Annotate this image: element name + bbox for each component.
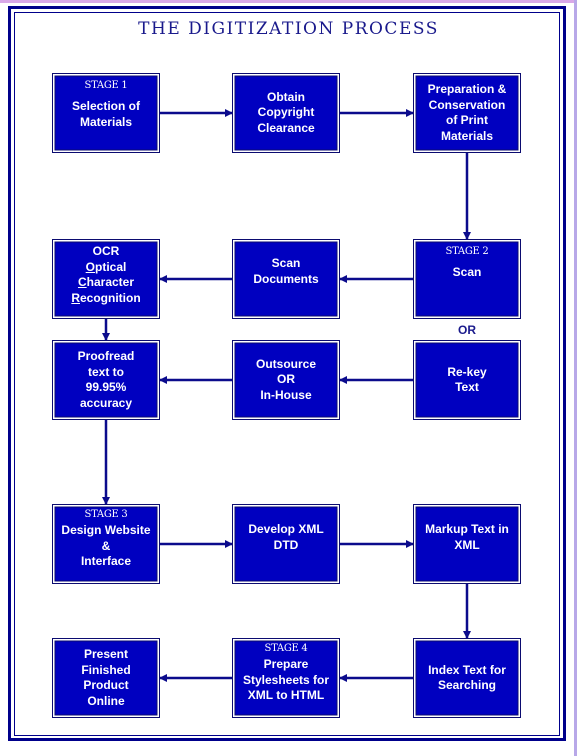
node-label-line: &	[101, 538, 111, 553]
node-scan: STAGE 2 Scan	[413, 239, 521, 319]
node-label: Scan Documents	[253, 256, 318, 287]
node-label-line: Clearance	[257, 120, 315, 135]
node-label-line: OR	[276, 372, 295, 387]
node-label: Prepare Stylesheets for XML to HTML	[243, 657, 329, 704]
node-re-key-text: Re-key Text	[413, 340, 521, 420]
node-label-line: Product	[83, 678, 129, 692]
node-label-line: Develop XML	[248, 522, 324, 536]
node-label-line: Index Text for	[428, 662, 506, 677]
or-label: OR	[458, 323, 476, 337]
node-label-line: OCR	[92, 244, 120, 258]
node-label: Re-key Text	[447, 365, 486, 396]
node-label: Selection of Materials	[72, 99, 140, 130]
stage-label: STAGE 2	[445, 246, 489, 257]
node-label-line: Interface	[80, 554, 131, 568]
node-label: Present Finished Product Online	[81, 647, 130, 709]
node-markup-text-in-xml: Markup Text in XML	[413, 504, 521, 584]
node-label-line: Present	[83, 647, 129, 661]
node-label: Scan	[453, 265, 482, 281]
stage-label: STAGE 1	[84, 80, 128, 91]
node-label-line: Outsource	[255, 356, 316, 371]
node-label: Markup Text in XML	[425, 522, 509, 553]
node-label-line: Re-key	[447, 364, 487, 379]
node-label-line: Optical	[85, 259, 127, 274]
node-label-line: text to	[88, 364, 124, 379]
node-label: Index Text for Searching	[428, 663, 506, 694]
node-label-line: Text	[455, 380, 479, 394]
node-scan-documents: Scan Documents	[232, 239, 340, 319]
node-label-line: Proofread	[77, 349, 135, 363]
node-develop-xml-dtd: Develop XML DTD	[232, 504, 340, 584]
node-label-line: Searching	[437, 678, 496, 692]
node-label: Design Website & Interface	[61, 523, 150, 570]
node-label-line: Materials	[440, 128, 494, 143]
node-label-line: DTD	[273, 537, 299, 552]
node-present-finished-product: Present Finished Product Online	[52, 638, 160, 718]
node-label: Obtain Copyright Clearance	[257, 90, 314, 137]
node-selection-of-materials: STAGE 1 Selection of Materials	[52, 73, 160, 153]
node-label-line: Conservation	[428, 97, 506, 112]
node-label-line: Scan	[271, 256, 301, 270]
node-label-line: Design Website	[61, 523, 151, 537]
node-label-line: Selection of	[71, 99, 140, 113]
node-label: Preparation & Conservation of Print Materia…	[428, 82, 507, 144]
node-outsource-or-in-house: Outsource OR In-House	[232, 340, 340, 420]
node-preparation-conservation: Preparation & Conservation of Print Materia…	[413, 73, 521, 153]
node-design-website: STAGE 3 Design Website & Interface	[52, 504, 160, 584]
node-label-line: Online	[87, 693, 125, 708]
node-label-line: of Print	[446, 113, 488, 127]
node-label: Develop XML DTD	[248, 522, 323, 553]
node-label-line: XML to HTML	[247, 688, 325, 702]
node-label-line: Markup Text in	[425, 522, 509, 536]
node-proofread: Proofread text to 99.95% accuracy	[52, 340, 160, 420]
node-label-line: Preparation &	[427, 82, 507, 96]
node-label-line: Recognition	[71, 290, 141, 305]
node-label-line: 99.95%	[85, 380, 127, 394]
node-label: Proofread text to 99.95% accuracy	[78, 349, 135, 411]
node-label-line: Scan	[452, 265, 482, 279]
node-label-line: Finished	[81, 662, 131, 677]
stage-label: STAGE 4	[264, 643, 308, 654]
node-label-line: Character	[77, 275, 135, 289]
node-obtain-copyright-clearance: Obtain Copyright Clearance	[232, 73, 340, 153]
stage-label: STAGE 3	[84, 509, 128, 520]
node-label-line: accuracy	[79, 395, 133, 410]
node-label-line: Prepare	[263, 657, 309, 671]
node-label: OCR Optical Character Recognition	[71, 244, 140, 306]
node-label-line: In-House	[260, 387, 312, 402]
node-label-line: Materials	[79, 114, 132, 129]
node-label-line: XML	[454, 537, 480, 552]
node-label: Outsource OR In-House	[256, 357, 316, 404]
node-label-line: Copyright	[257, 105, 315, 120]
node-label-line: Stylesheets for	[242, 672, 330, 687]
node-label-line: Documents	[253, 271, 319, 286]
node-index-text-for-searching: Index Text for Searching	[413, 638, 521, 718]
node-label-line: Obtain	[267, 89, 305, 104]
node-prepare-stylesheets: STAGE 4 Prepare Stylesheets for XML to HTM…	[232, 638, 340, 718]
node-ocr: OCR Optical Character Recognition	[52, 239, 160, 319]
